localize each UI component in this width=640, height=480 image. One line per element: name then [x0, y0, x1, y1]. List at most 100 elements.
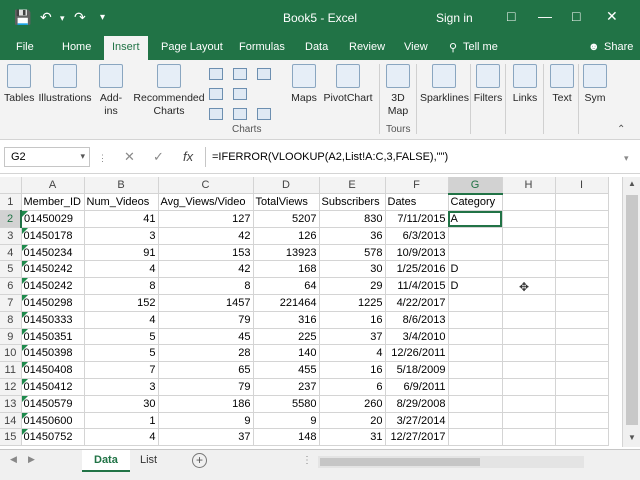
cell[interactable]	[448, 227, 503, 245]
cell[interactable]	[448, 428, 503, 447]
hierarchy-chart-icon[interactable]	[233, 68, 247, 80]
tables-button[interactable]: Tables	[4, 64, 34, 105]
cell[interactable]: 01450398	[21, 344, 85, 363]
cell[interactable]: 3	[84, 378, 159, 396]
cell[interactable]: 8/29/2008	[385, 395, 449, 413]
cell[interactable]: 42	[158, 260, 254, 279]
cell[interactable]: 5	[84, 328, 159, 346]
cell[interactable]: 79	[158, 378, 254, 396]
sign-in-link[interactable]: Sign in	[436, 11, 473, 25]
collapse-ribbon-icon[interactable]: ⌃	[617, 124, 625, 135]
cell[interactable]: Member_ID	[21, 193, 85, 212]
scroll-up-icon[interactable]: ▲	[628, 179, 636, 188]
cell[interactable]: 152	[84, 294, 159, 312]
statistic-chart-icon[interactable]	[233, 88, 247, 100]
cell[interactable]: 260	[319, 395, 386, 413]
cell[interactable]: 5	[84, 344, 159, 363]
close-button[interactable]: ✕	[606, 8, 618, 25]
cell[interactable]: 20	[319, 412, 386, 430]
cell[interactable]: 29	[319, 277, 386, 296]
cell[interactable]: 6/9/2011	[385, 378, 449, 396]
cell[interactable]	[448, 328, 503, 346]
row-header[interactable]: 13	[0, 395, 22, 413]
cell[interactable]: 3	[84, 227, 159, 245]
cell[interactable]: 4	[84, 311, 159, 329]
cell[interactable]	[555, 395, 609, 413]
cell[interactable]: 153	[158, 244, 254, 262]
cell[interactable]: A	[448, 210, 503, 228]
cell[interactable]	[502, 227, 556, 245]
cell[interactable]: 11/4/2015	[385, 277, 449, 296]
cell[interactable]: 65	[158, 361, 254, 380]
cell[interactable]: 8/6/2013	[385, 311, 449, 329]
maps-button[interactable]: Maps	[287, 64, 321, 105]
sheet-scroll-right-icon[interactable]: ▶	[28, 454, 35, 465]
text-button[interactable]: Text	[548, 64, 576, 105]
row-header[interactable]: 12	[0, 378, 22, 396]
formula-input[interactable]: =IFERROR(VLOOKUP(A2,List!A:C,3,FALSE),""…	[205, 147, 630, 167]
cell[interactable]	[448, 294, 503, 312]
cell[interactable]: 01450408	[21, 361, 85, 380]
cell[interactable]: D	[448, 260, 503, 279]
row-header[interactable]: 5	[0, 260, 22, 279]
cell[interactable]: 5207	[253, 210, 320, 228]
cell[interactable]: 31	[319, 428, 386, 447]
cell[interactable]: 37	[319, 328, 386, 346]
column-header[interactable]: I	[555, 177, 609, 195]
cell[interactable]	[555, 244, 609, 262]
minimize-button[interactable]: —	[538, 8, 552, 24]
maximize-button[interactable]: □	[572, 8, 580, 24]
cell[interactable]	[502, 260, 556, 279]
cell[interactable]	[555, 311, 609, 329]
illustrations-button[interactable]: Illustrations	[38, 64, 92, 105]
row-header[interactable]: 14	[0, 412, 22, 430]
cell[interactable]	[555, 193, 609, 212]
tab-formulas[interactable]: Formulas	[239, 41, 285, 53]
tab-page-layout[interactable]: Page Layout	[161, 41, 223, 53]
cell[interactable]: 8	[158, 277, 254, 296]
cell[interactable]	[448, 311, 503, 329]
cell[interactable]: 148	[253, 428, 320, 447]
cell[interactable]	[502, 344, 556, 363]
cell[interactable]: 237	[253, 378, 320, 396]
horizontal-scrollbar[interactable]	[318, 456, 584, 468]
vertical-scrollbar[interactable]: ▲ ▼	[622, 177, 640, 447]
cell[interactable]: 4	[84, 260, 159, 279]
cell[interactable]: Num_Videos	[84, 193, 159, 212]
tab-file[interactable]: File	[16, 41, 34, 53]
cell[interactable]: 8	[84, 277, 159, 296]
cell[interactable]	[555, 277, 609, 296]
tell-me-search[interactable]: Tell me	[463, 41, 498, 53]
cell[interactable]: 01450333	[21, 311, 85, 329]
cell[interactable]: 4/22/2017	[385, 294, 449, 312]
cell[interactable]: 28	[158, 344, 254, 363]
cell[interactable]: 9	[253, 412, 320, 430]
cell[interactable]: 36	[319, 227, 386, 245]
cell[interactable]: 9	[158, 412, 254, 430]
cell[interactable]: 16	[319, 361, 386, 380]
cell[interactable]: 1	[84, 412, 159, 430]
expand-formula-bar-icon[interactable]: ▾	[624, 153, 629, 164]
vertical-scroll-thumb[interactable]	[626, 195, 638, 425]
cell[interactable]	[555, 328, 609, 346]
cell[interactable]: Category	[448, 193, 503, 212]
cell[interactable]: 01450242	[21, 260, 85, 279]
cell[interactable]: D	[448, 277, 503, 296]
sheet-tab-data[interactable]: Data	[82, 450, 130, 472]
cell[interactable]: 140	[253, 344, 320, 363]
tab-review[interactable]: Review	[349, 41, 385, 53]
waterfall-chart-icon[interactable]	[257, 68, 271, 80]
cell[interactable]: 1/25/2016	[385, 260, 449, 279]
cancel-icon[interactable]: ✕	[124, 149, 135, 165]
cell[interactable]	[502, 311, 556, 329]
row-header[interactable]: 1	[0, 193, 22, 212]
cell[interactable]	[555, 294, 609, 312]
name-box[interactable]: G2 ▾	[4, 147, 90, 167]
row-header[interactable]: 15	[0, 428, 22, 447]
cell[interactable]: 91	[84, 244, 159, 262]
column-header[interactable]: A	[21, 177, 85, 195]
select-all-corner[interactable]	[0, 177, 22, 195]
symbols-button[interactable]: Sym	[582, 64, 608, 105]
3d-map-button[interactable]: 3D Map	[384, 64, 412, 118]
worksheet-grid[interactable]: A B C D E F G H I 1 Member_ID Num_Videos Av…	[0, 177, 632, 447]
